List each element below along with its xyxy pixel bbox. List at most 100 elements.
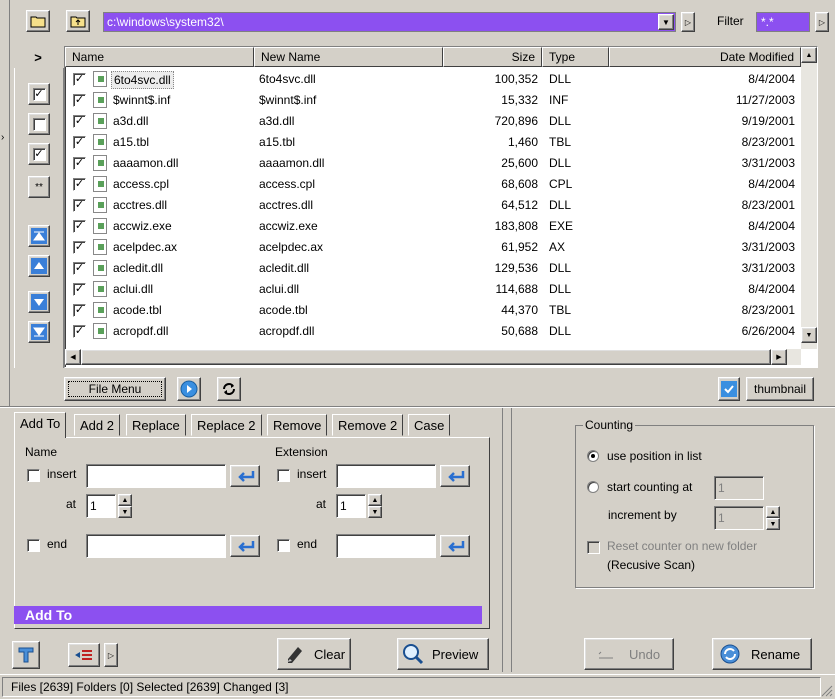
- undo-button[interactable]: Undo: [584, 638, 674, 670]
- name-end-apply-button[interactable]: [230, 535, 260, 557]
- row-checkbox[interactable]: ✓: [73, 241, 86, 254]
- start-counting-radio[interactable]: [587, 481, 599, 493]
- refresh-go-button[interactable]: [177, 377, 201, 401]
- ext-end-apply-button[interactable]: [440, 535, 470, 557]
- resize-grip-icon[interactable]: [821, 685, 833, 697]
- name-insert-apply-button[interactable]: [230, 465, 260, 487]
- tab-remove[interactable]: Remove: [267, 414, 328, 436]
- preview-button[interactable]: Preview: [397, 638, 489, 670]
- move-up-button[interactable]: [28, 255, 50, 277]
- name-at-spinner[interactable]: ▲ ▼: [118, 494, 132, 518]
- expand-columns-button[interactable]: >: [26, 48, 50, 66]
- ext-insert-input[interactable]: [336, 464, 436, 488]
- ext-insert-checkbox[interactable]: [277, 469, 290, 482]
- row-checkbox[interactable]: ✓: [73, 262, 86, 275]
- row-checkbox[interactable]: ✓: [73, 325, 86, 338]
- path-combobox[interactable]: c:\windows\system32\ ▼: [103, 12, 676, 32]
- clear-button[interactable]: Clear: [277, 638, 351, 670]
- table-row[interactable]: ✓ aclui.dll aclui.dll 114,688 DLL 8/4/20…: [65, 279, 801, 300]
- name-end-input[interactable]: [86, 534, 226, 558]
- check-all-button[interactable]: ✓: [28, 83, 50, 105]
- table-row[interactable]: ✓ $winnt$.inf $winnt$.inf 15,332 INF 11/…: [65, 90, 801, 111]
- row-checkbox[interactable]: ✓: [73, 178, 86, 191]
- column-header-new-name[interactable]: New Name: [254, 47, 443, 67]
- thumbnail-button[interactable]: thumbnail: [746, 377, 814, 401]
- row-checkbox[interactable]: ✓: [73, 157, 86, 170]
- name-insert-checkbox[interactable]: [27, 469, 40, 482]
- filter-go-button[interactable]: ▷: [815, 12, 829, 32]
- name-insert-input[interactable]: [86, 464, 226, 488]
- filter-input[interactable]: *.*: [756, 12, 810, 32]
- table-row[interactable]: ✓ acledit.dll acledit.dll 129,536 DLL 3/…: [65, 258, 801, 279]
- wildcard-select-button[interactable]: **: [28, 176, 50, 198]
- spin-down-icon[interactable]: ▼: [368, 506, 382, 518]
- tab-replace[interactable]: Replace: [126, 414, 186, 436]
- ext-end-checkbox[interactable]: [277, 539, 290, 552]
- tab-add-2[interactable]: Add 2: [74, 414, 120, 436]
- splitter-arrow-icon[interactable]: ›: [1, 132, 4, 143]
- ext-end-input[interactable]: [336, 534, 436, 558]
- increment-input[interactable]: 1: [714, 506, 764, 530]
- name-end-checkbox[interactable]: [27, 539, 40, 552]
- horizontal-scrollbar[interactable]: ◀ ▶: [65, 349, 801, 365]
- table-row[interactable]: ✓ acode.tbl acode.tbl 44,370 TBL 8/23/20…: [65, 300, 801, 321]
- spin-up-icon[interactable]: ▲: [766, 506, 780, 518]
- ext-at-spinner[interactable]: ▲ ▼: [368, 494, 382, 518]
- invert-check-button[interactable]: ✓: [28, 143, 50, 165]
- column-header-name[interactable]: Name: [65, 47, 254, 67]
- path-dropdown-button[interactable]: ▼: [658, 14, 674, 30]
- column-header-size[interactable]: Size: [443, 47, 542, 67]
- table-row[interactable]: ✓ acropdf.dll acropdf.dll 50,688 DLL 6/2…: [65, 321, 801, 342]
- row-checkbox[interactable]: ✓: [73, 73, 86, 86]
- table-row[interactable]: ✓ a15.tbl a15.tbl 1,460 TBL 8/23/2001: [65, 132, 801, 153]
- ext-insert-apply-button[interactable]: [440, 465, 470, 487]
- name-at-input[interactable]: 1: [86, 494, 116, 518]
- left-edge-splitter[interactable]: [0, 0, 10, 408]
- thumbnail-toggle[interactable]: [718, 377, 740, 401]
- row-checkbox[interactable]: ✓: [73, 220, 86, 233]
- spin-down-icon[interactable]: ▼: [118, 506, 132, 518]
- column-header-date[interactable]: Date Modified: [609, 47, 801, 67]
- move-down-button[interactable]: [28, 291, 50, 313]
- row-checkbox[interactable]: ✓: [73, 136, 86, 149]
- file-list[interactable]: Name New Name Size Type Date Modified ✓ …: [64, 46, 818, 368]
- spin-down-icon[interactable]: ▼: [766, 518, 780, 530]
- use-position-radio[interactable]: [587, 450, 599, 462]
- row-checkbox[interactable]: ✓: [73, 304, 86, 317]
- uncheck-all-button[interactable]: [28, 113, 50, 135]
- row-checkbox[interactable]: ✓: [73, 283, 86, 296]
- tools-button[interactable]: [12, 641, 40, 669]
- tab-replace-2[interactable]: Replace 2: [191, 414, 262, 436]
- scroll-down-button[interactable]: ▼: [801, 327, 817, 343]
- scroll-left-button[interactable]: ◀: [65, 349, 81, 365]
- table-row[interactable]: ✓ accwiz.exe accwiz.exe 183,808 EXE 8/4/…: [65, 216, 801, 237]
- spin-up-icon[interactable]: ▲: [118, 494, 132, 506]
- tab-add-to[interactable]: Add To: [14, 412, 67, 438]
- table-row[interactable]: ✓ access.cpl access.cpl 68,608 CPL 8/4/2…: [65, 174, 801, 195]
- open-folder-button[interactable]: [26, 10, 50, 32]
- row-checkbox[interactable]: ✓: [73, 94, 86, 107]
- ext-at-input[interactable]: 1: [336, 494, 366, 518]
- tab-case[interactable]: Case: [408, 414, 451, 436]
- spin-up-icon[interactable]: ▲: [368, 494, 382, 506]
- row-checkbox[interactable]: ✓: [73, 115, 86, 128]
- vertical-scrollbar[interactable]: ▲ ▼: [801, 47, 817, 349]
- path-go-button[interactable]: ▷: [681, 12, 695, 32]
- move-bottom-button[interactable]: [28, 321, 50, 343]
- sync-button[interactable]: [217, 377, 241, 401]
- start-counting-input[interactable]: 1: [714, 476, 764, 500]
- list-options-dropdown[interactable]: ▷: [104, 643, 118, 667]
- increment-spinner[interactable]: ▲ ▼: [766, 506, 780, 530]
- move-top-button[interactable]: [28, 225, 50, 247]
- reset-counter-checkbox[interactable]: [587, 541, 600, 554]
- file-menu-button[interactable]: File Menu: [64, 377, 166, 401]
- table-row[interactable]: ✓ a3d.dll a3d.dll 720,896 DLL 9/19/2001: [65, 111, 801, 132]
- tab-remove-2[interactable]: Remove 2: [332, 414, 404, 436]
- scroll-up-button[interactable]: ▲: [801, 47, 817, 63]
- table-row[interactable]: ✓ acctres.dll acctres.dll 64,512 DLL 8/2…: [65, 195, 801, 216]
- column-header-type[interactable]: Type: [542, 47, 609, 67]
- scroll-thumb[interactable]: [81, 349, 771, 365]
- table-row[interactable]: ✓ acelpdec.ax acelpdec.ax 61,952 AX 3/31…: [65, 237, 801, 258]
- parent-folder-button[interactable]: [66, 10, 90, 32]
- table-row[interactable]: ✓ aaaamon.dll aaaamon.dll 25,600 DLL 3/3…: [65, 153, 801, 174]
